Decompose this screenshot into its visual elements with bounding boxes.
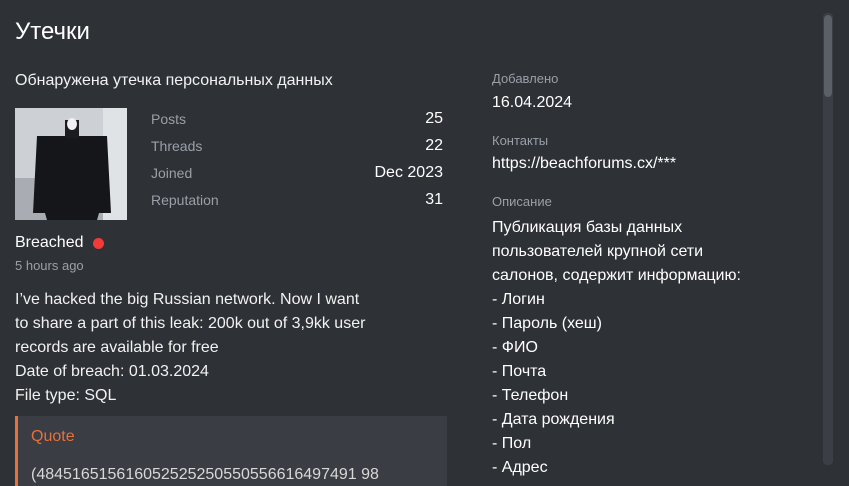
user-stats: Posts 25 Threads 22 Joined Dec 2023 Repu… <box>151 108 443 216</box>
stat-reputation: Reputation 31 <box>151 189 443 216</box>
scrollbar-thumb[interactable] <box>824 15 832 97</box>
avatar-figure-image <box>15 108 127 220</box>
stat-label: Reputation <box>151 192 219 208</box>
stat-value: Dec 2023 <box>374 164 444 181</box>
description-line: - Адрес <box>492 459 548 476</box>
author-name[interactable]: Breached <box>15 234 104 252</box>
description-line: - Пол <box>492 435 532 452</box>
description-line: пользователей крупной сети <box>492 243 704 260</box>
stat-posts: Posts 25 <box>151 108 443 135</box>
stat-label: Threads <box>151 138 203 154</box>
post-line: to share a part of this leak: 200k out o… <box>15 315 366 332</box>
stat-value: 25 <box>425 110 443 127</box>
online-status-dot-icon <box>92 237 104 249</box>
author-name-text[interactable]: Breached <box>15 234 84 252</box>
description-line: - Логин <box>492 291 545 308</box>
added-date: 16.04.2024 <box>492 94 573 111</box>
stat-label: Joined <box>151 165 193 181</box>
post-body: I’ve hacked the big Russian network. Now… <box>15 288 445 408</box>
post-line: Date of breach: 01.03.2024 <box>15 363 209 380</box>
quote-text: (484516515616052525250550556616497491 98 <box>31 466 379 483</box>
description-line: салонов, содержит информацию: <box>492 267 741 284</box>
stat-value: 31 <box>425 191 443 208</box>
description-label: Описание <box>492 194 552 209</box>
post-time: 5 hours ago <box>15 258 84 273</box>
stat-threads: Threads 22 <box>151 135 443 162</box>
post-line: records are available for free <box>15 339 219 356</box>
quote-block: Quote (484516515616052525250550556616497… <box>15 416 447 486</box>
description-line: - ФИО <box>492 339 538 356</box>
post-line: I’ve hacked the big Russian network. Now… <box>15 291 360 308</box>
description-line: - Почта <box>492 363 547 380</box>
quote-label: Quote <box>31 428 75 445</box>
stat-joined: Joined Dec 2023 <box>151 162 443 189</box>
description-line: - Телефон <box>492 387 569 404</box>
leak-card: Утечки Обнаружена утечка персональных да… <box>0 0 849 486</box>
description-line: - Дата рождения <box>492 411 615 428</box>
vertical-scrollbar[interactable] <box>823 13 833 465</box>
added-label: Добавлено <box>492 71 559 86</box>
page-title: Утечки <box>15 18 90 45</box>
description-text: Публикация базы данных пользователей кру… <box>492 216 741 480</box>
leak-subtitle: Обнаружена утечка персональных данных <box>15 72 333 89</box>
stat-label: Posts <box>151 111 187 127</box>
contacts-label: Контакты <box>492 133 549 148</box>
description-line: Публикация базы данных <box>492 219 683 236</box>
stat-value: 22 <box>425 137 443 154</box>
post-line: File type: SQL <box>15 387 117 404</box>
avatar[interactable] <box>15 108 127 220</box>
contacts-link[interactable]: https://beachforums.cx/*** <box>492 155 676 173</box>
description-line: - Пароль (хеш) <box>492 315 602 332</box>
